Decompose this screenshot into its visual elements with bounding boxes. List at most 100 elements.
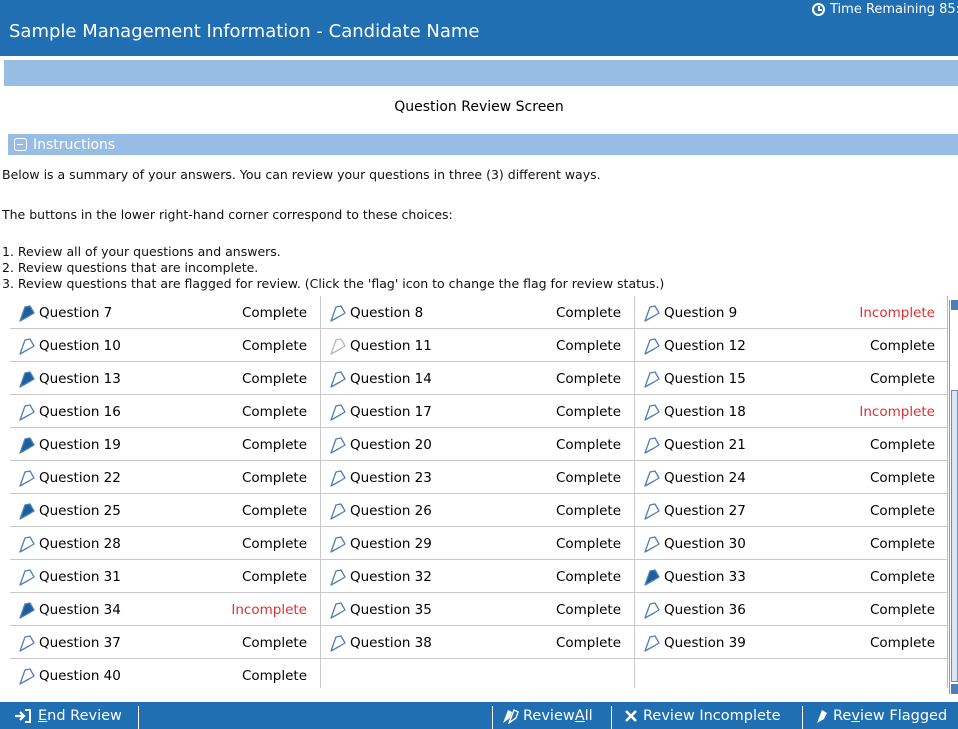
- question-link[interactable]: Question 17: [350, 404, 432, 420]
- question-link[interactable]: Question 14: [350, 371, 432, 387]
- flag-filled-icon[interactable]: [18, 304, 36, 322]
- flag-filled-icon[interactable]: [18, 502, 36, 520]
- question-link[interactable]: Question 10: [39, 338, 121, 354]
- question-cell: Question 37 Complete: [10, 626, 321, 659]
- flag-outline-icon[interactable]: [329, 634, 347, 652]
- end-review-button[interactable]: End Review: [14, 702, 122, 729]
- scroll-down-arrow-icon[interactable]: [951, 684, 958, 694]
- question-link[interactable]: Question 27: [664, 503, 746, 519]
- flag-outline-icon[interactable]: [329, 469, 347, 487]
- question-cell: Question 40 Complete: [10, 659, 321, 688]
- flag-outline-icon[interactable]: [18, 337, 36, 355]
- question-link[interactable]: Question 30: [664, 536, 746, 552]
- question-link[interactable]: Question 34: [39, 602, 121, 618]
- question-link[interactable]: Question 22: [39, 470, 121, 486]
- status-label: Complete: [241, 502, 307, 519]
- question-link[interactable]: Question 12: [664, 338, 746, 354]
- scroll-up-arrow-icon[interactable]: [951, 300, 958, 310]
- question-link[interactable]: Question 24: [664, 470, 746, 486]
- table-row: Question 10 Complete Question 11 Complete Qu…: [10, 329, 947, 362]
- flag-filled-icon[interactable]: [643, 568, 661, 586]
- flag-outline-icon[interactable]: [329, 337, 347, 355]
- flag-outline-icon[interactable]: [643, 469, 661, 487]
- status-label: Complete: [241, 436, 307, 453]
- flag-outline-icon[interactable]: [329, 535, 347, 553]
- question-link[interactable]: Question 20: [350, 437, 432, 453]
- review-flagged-accel: v: [851, 707, 860, 724]
- question-link[interactable]: Question 36: [664, 602, 746, 618]
- question-link[interactable]: Question 37: [39, 635, 121, 651]
- question-link[interactable]: Question 15: [664, 371, 746, 387]
- flag-outline-icon[interactable]: [643, 337, 661, 355]
- flag-outline-icon[interactable]: [329, 502, 347, 520]
- question-link[interactable]: Question 40: [39, 668, 121, 684]
- review-incomplete-label: Review Incomplete: [643, 707, 781, 724]
- flag-outline-icon[interactable]: [329, 436, 347, 454]
- question-link[interactable]: Question 26: [350, 503, 432, 519]
- flag-outline-icon[interactable]: [329, 370, 347, 388]
- flag-outline-icon[interactable]: [18, 403, 36, 421]
- flag-outline-icon[interactable]: [643, 403, 661, 421]
- flag-outline-icon[interactable]: [643, 502, 661, 520]
- question-link[interactable]: Question 31: [39, 569, 121, 585]
- flag-outline-icon[interactable]: [329, 601, 347, 619]
- question-link[interactable]: Question 38: [350, 635, 432, 651]
- question-link[interactable]: Question 29: [350, 536, 432, 552]
- question-link[interactable]: Question 28: [39, 536, 121, 552]
- question-cell: Question 24 Complete: [635, 461, 947, 494]
- scrollbar-thumb[interactable]: [951, 390, 958, 682]
- question-link[interactable]: Question 9: [664, 305, 737, 321]
- collapse-icon[interactable]: [14, 138, 27, 151]
- question-link[interactable]: Question 33: [664, 569, 746, 585]
- flag-filled-icon[interactable]: [18, 436, 36, 454]
- question-link[interactable]: Question 32: [350, 569, 432, 585]
- question-cell: Question 25 Complete: [10, 494, 321, 527]
- empty-cell: [635, 659, 947, 688]
- flag-outline-icon[interactable]: [643, 601, 661, 619]
- question-link[interactable]: Question 16: [39, 404, 121, 420]
- instructions-heading: Instructions: [33, 136, 116, 153]
- flag-outline-icon[interactable]: [18, 469, 36, 487]
- status-label: Complete: [555, 403, 621, 420]
- flag-outline-icon[interactable]: [643, 370, 661, 388]
- flag-outline-icon[interactable]: [18, 535, 36, 553]
- flag-outline-icon[interactable]: [643, 535, 661, 553]
- question-link[interactable]: Question 25: [39, 503, 121, 519]
- flag-outline-icon[interactable]: [643, 304, 661, 322]
- table-row: Question 25 Complete Question 26 Complete Qu…: [10, 494, 947, 527]
- question-link[interactable]: Question 7: [39, 305, 112, 321]
- flag-outline-icon[interactable]: [18, 667, 36, 685]
- question-link[interactable]: Question 19: [39, 437, 121, 453]
- question-link[interactable]: Question 18: [664, 404, 746, 420]
- question-link[interactable]: Question 39: [664, 635, 746, 651]
- time-remaining: Time Remaining 85:54: [812, 2, 958, 17]
- flag-outline-icon[interactable]: [329, 568, 347, 586]
- review-flagged-button[interactable]: Re v iew Flagged: [815, 702, 947, 729]
- question-link[interactable]: Question 23: [350, 470, 432, 486]
- footer-toolbar: End Review Review All Review Incomplete …: [0, 702, 958, 729]
- flag-outline-icon[interactable]: [329, 304, 347, 322]
- flag-outline-icon[interactable]: [18, 568, 36, 586]
- flag-outline-icon[interactable]: [18, 634, 36, 652]
- status-label: Complete: [869, 469, 935, 486]
- flag-outline-icon[interactable]: [329, 403, 347, 421]
- flag-filled-icon[interactable]: [18, 370, 36, 388]
- question-link[interactable]: Question 11: [350, 338, 432, 354]
- flag-filled-icon[interactable]: [18, 601, 36, 619]
- status-label: Complete: [555, 370, 621, 387]
- question-link[interactable]: Question 21: [664, 437, 746, 453]
- review-all-button[interactable]: Review All: [501, 702, 593, 729]
- table-row: Question 19 Complete Question 20 Complete Qu…: [10, 428, 947, 461]
- status-label: Incomplete: [231, 601, 307, 618]
- flag-outline-icon[interactable]: [643, 436, 661, 454]
- question-link[interactable]: Question 8: [350, 305, 423, 321]
- scrollbar[interactable]: [949, 300, 958, 694]
- flag-outline-icon[interactable]: [643, 634, 661, 652]
- question-cell: Question 17 Complete: [321, 395, 635, 428]
- question-link[interactable]: Question 35: [350, 602, 432, 618]
- instructions-toggle[interactable]: Instructions: [8, 134, 958, 155]
- review-incomplete-button[interactable]: Review Incomplete: [625, 702, 781, 729]
- question-cell: Question 20 Complete: [321, 428, 635, 461]
- question-link[interactable]: Question 13: [39, 371, 121, 387]
- status-label: Complete: [555, 304, 621, 321]
